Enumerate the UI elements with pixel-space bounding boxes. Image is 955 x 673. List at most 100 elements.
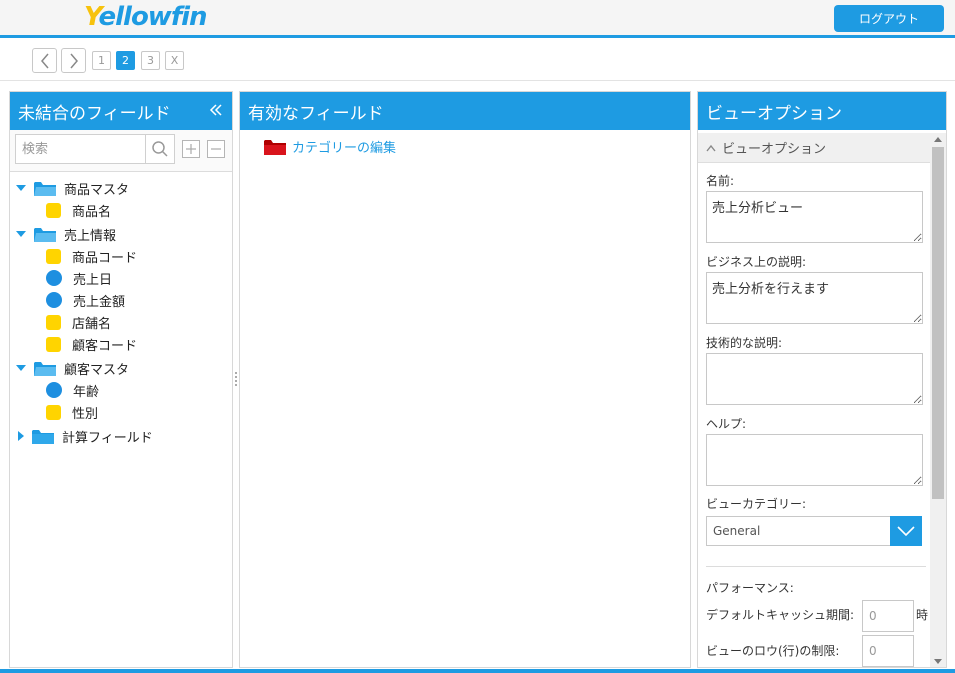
tree-label: 売上金額: [73, 294, 126, 310]
expand-arrow-icon[interactable]: [16, 185, 26, 191]
collapse-all-button[interactable]: [207, 140, 225, 158]
panel-splitter[interactable]: [235, 372, 238, 388]
tree-field-product-name[interactable]: 商品名: [46, 200, 111, 220]
panel-title: 有効なフィールド: [248, 103, 384, 124]
tree-folder-product-master[interactable]: 商品マスタ: [16, 178, 129, 198]
folder-closed-icon: [32, 429, 54, 444]
dimension-icon: [46, 202, 61, 218]
tree-label: 性別: [72, 406, 99, 422]
cache-period-input[interactable]: [862, 600, 914, 632]
chevron-left-icon: [40, 53, 49, 68]
dimension-icon: [46, 248, 61, 264]
tree-field-store-name[interactable]: 店舗名: [46, 312, 111, 332]
tree-label: 商品マスタ: [64, 182, 130, 198]
folder-red-icon: [264, 139, 286, 155]
tree-folder-customer-master[interactable]: 顧客マスタ: [16, 358, 129, 378]
step-close[interactable]: X: [165, 51, 184, 70]
technical-description-label: 技術的な説明:: [706, 336, 783, 350]
view-options-section-header[interactable]: ビューオプション: [698, 133, 930, 163]
app-header: Yellowfin ログアウト: [0, 0, 955, 38]
expand-arrow-icon[interactable]: [16, 365, 26, 371]
folder-open-icon: [34, 227, 56, 242]
tree-field-sales-date[interactable]: 売上日: [46, 268, 112, 288]
tree-field-sales-amount[interactable]: 売上金額: [46, 290, 125, 310]
search-input[interactable]: [15, 134, 145, 164]
view-category-label: ビューカテゴリー:: [706, 497, 807, 511]
forward-button[interactable]: [61, 48, 86, 73]
dropdown-button[interactable]: [890, 516, 922, 546]
search-bar: [10, 130, 232, 172]
dimension-icon: [46, 404, 61, 420]
help-field[interactable]: [706, 434, 923, 486]
tree-label: 商品名: [72, 204, 112, 220]
expand-arrow-icon[interactable]: [16, 231, 26, 237]
tree-label: 売上日: [73, 272, 113, 288]
yellowfin-logo[interactable]: Yellowfin: [84, 2, 208, 32]
double-chevron-left-icon[interactable]: [208, 102, 224, 118]
plus-icon: [186, 144, 196, 154]
folder-open-icon: [34, 361, 56, 376]
search-button[interactable]: [145, 134, 175, 164]
tree-field-customer-code[interactable]: 顧客コード: [46, 334, 137, 354]
chevron-down-icon: [897, 526, 915, 536]
chevron-right-icon: [69, 53, 78, 68]
metric-icon: [46, 292, 62, 308]
scrollbar-thumb[interactable]: [932, 147, 944, 499]
dimension-icon: [46, 314, 61, 330]
tree-field-gender[interactable]: 性別: [46, 402, 98, 422]
unjoined-fields-panel: 未結合のフィールド 商品マスタ 商品名 売上情報: [9, 91, 233, 668]
name-field[interactable]: 売上分析ビュー: [706, 191, 923, 243]
tree-label: 商品コード: [72, 250, 138, 266]
expand-all-button[interactable]: [182, 140, 200, 158]
panel-header: 未結合のフィールド: [10, 92, 232, 130]
collapse-arrow-icon[interactable]: [18, 431, 24, 441]
tree-label: 顧客コード: [72, 338, 138, 354]
technical-description-field[interactable]: [706, 353, 923, 405]
tree-field-age[interactable]: 年齢: [46, 380, 99, 400]
logo-letter: Y: [84, 2, 100, 32]
panel-header: ビューオプション: [698, 92, 946, 130]
minus-icon: [211, 148, 221, 150]
edit-category-label: カテゴリーの編集: [292, 141, 397, 156]
section-title: ビューオプション: [722, 142, 827, 157]
tree-folder-calculated-fields[interactable]: 計算フィールド: [18, 426, 153, 446]
cache-period-label: デフォルトキャッシュ期間:: [706, 608, 855, 622]
view-category-value: General: [713, 524, 761, 538]
active-fields-panel: 有効なフィールド カテゴリーの編集: [239, 91, 691, 668]
metric-icon: [46, 382, 62, 398]
view-category-select[interactable]: General: [706, 516, 922, 546]
logout-button[interactable]: ログアウト: [834, 5, 944, 32]
scrollbar[interactable]: [930, 133, 946, 667]
cache-unit-label: 時: [916, 608, 929, 622]
back-button[interactable]: [32, 48, 57, 73]
edit-category-link[interactable]: カテゴリーの編集: [264, 137, 396, 156]
step-page-1[interactable]: 1: [92, 51, 111, 70]
tree-field-product-code[interactable]: 商品コード: [46, 246, 137, 266]
scroll-up-arrow-icon[interactable]: [934, 137, 942, 142]
view-options-panel: ビューオプション ビューオプション 名前: 売上分析ビュー ビジネス上の説明: …: [697, 91, 947, 668]
tree-label: 顧客マスタ: [64, 362, 130, 378]
name-label: 名前:: [706, 174, 735, 188]
help-label: ヘルプ:: [706, 417, 747, 431]
dimension-icon: [46, 336, 61, 352]
tree-label: 計算フィールド: [62, 430, 153, 446]
metric-icon: [46, 270, 62, 286]
search-icon: [152, 141, 168, 157]
panel-title: 未結合のフィールド: [18, 103, 171, 124]
performance-label: パフォーマンス:: [706, 581, 794, 595]
step-page-3[interactable]: 3: [141, 51, 160, 70]
tree-folder-sales-info[interactable]: 売上情報: [16, 224, 116, 244]
tree-label: 売上情報: [64, 228, 117, 244]
section-divider: [706, 566, 926, 567]
step-page-2[interactable]: 2: [116, 51, 135, 70]
business-description-label: ビジネス上の説明:: [706, 255, 807, 269]
row-limit-input[interactable]: [862, 635, 914, 667]
tree-label: 店舗名: [72, 316, 112, 332]
chevron-up-icon: [706, 144, 716, 152]
folder-open-icon: [34, 181, 56, 196]
business-description-field[interactable]: 売上分析を行えます: [706, 272, 923, 324]
scroll-down-arrow-icon[interactable]: [934, 659, 942, 664]
bottom-accent-bar: [0, 669, 955, 673]
panel-header: 有効なフィールド: [240, 92, 690, 130]
tree-label: 年齢: [73, 384, 100, 400]
